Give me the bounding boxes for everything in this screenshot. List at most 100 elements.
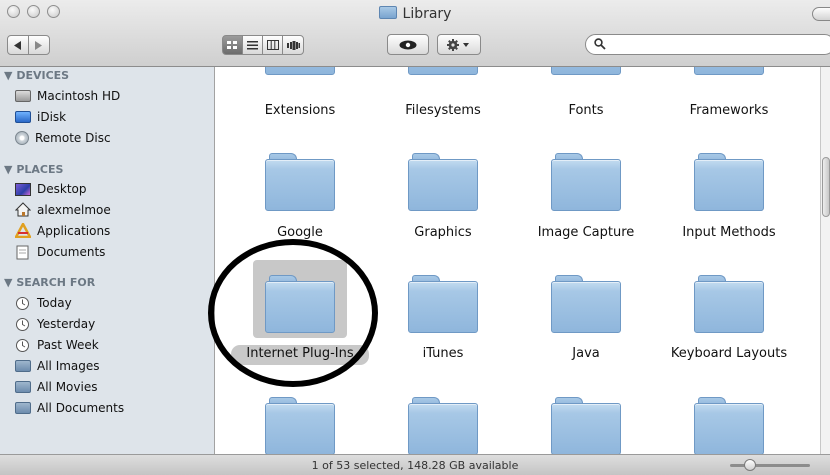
folder-item[interactable] xyxy=(230,397,370,454)
folder-label: Internet Plug-Ins xyxy=(246,346,354,361)
slider-knob[interactable] xyxy=(743,459,756,471)
action-menu-button[interactable] xyxy=(437,34,481,55)
folder-icon xyxy=(408,67,478,75)
icon-view-area: Extensions Filesystems Fonts Frameworks … xyxy=(215,67,820,454)
folder-icon xyxy=(694,275,764,333)
column-view-button[interactable] xyxy=(262,35,283,55)
folder-item[interactable]: Google xyxy=(230,153,370,243)
search-input[interactable] xyxy=(610,37,814,54)
sidebar-section-label: PLACES xyxy=(16,163,64,176)
folder-icon xyxy=(265,397,335,454)
disclosure-triangle-icon[interactable]: ▼ xyxy=(4,163,12,176)
folder-icon xyxy=(408,275,478,333)
sidebar-item-label: All Movies xyxy=(37,380,98,394)
forward-button[interactable] xyxy=(28,35,50,55)
folder-icon xyxy=(551,275,621,333)
folder-item[interactable]: Graphics xyxy=(373,153,513,243)
sidebar-item-label: Macintosh HD xyxy=(37,89,121,103)
sidebar-item-idisk[interactable]: iDisk xyxy=(15,108,66,126)
folder-item[interactable]: iTunes xyxy=(373,263,513,363)
eye-icon xyxy=(399,40,417,49)
sidebar-section-search-for[interactable]: ▼ SEARCH FOR xyxy=(4,276,95,289)
quick-look-button[interactable] xyxy=(387,34,429,55)
sidebar-section-devices[interactable]: ▼ DEVICES xyxy=(4,69,69,82)
folder-label: Graphics xyxy=(414,225,472,240)
back-arrow-icon xyxy=(14,40,21,50)
icon-size-slider[interactable] xyxy=(730,459,810,471)
sidebar-item-home[interactable]: alexmelmoe xyxy=(14,201,111,219)
sidebar-item-today[interactable]: Today xyxy=(15,294,72,312)
folder-label: Extensions xyxy=(264,103,336,118)
folder-icon xyxy=(551,67,621,75)
sidebar-section-label: DEVICES xyxy=(16,69,70,82)
folder-icon xyxy=(265,67,335,75)
clock-icon xyxy=(15,296,31,311)
folder-icon xyxy=(265,275,335,333)
sidebar-item-all-documents[interactable]: All Documents xyxy=(15,399,124,417)
sidebar-item-past-week[interactable]: Past Week xyxy=(15,336,99,354)
toolbar-toggle-button[interactable] xyxy=(812,7,830,21)
folder-label: Frameworks xyxy=(689,103,769,118)
applications-icon xyxy=(13,221,33,239)
vertical-scrollbar[interactable] xyxy=(820,67,830,454)
back-button[interactable] xyxy=(7,35,29,55)
sidebar: ▼ DEVICES Macintosh HD iDisk Remote Disc… xyxy=(0,67,215,454)
list-view-icon xyxy=(247,40,258,49)
column-view-icon xyxy=(266,40,279,50)
clock-icon xyxy=(15,338,31,353)
folder-item-selected[interactable]: Internet Plug-Ins xyxy=(230,260,370,365)
sidebar-item-label: Yesterday xyxy=(37,317,96,331)
sidebar-item-label: alexmelmoe xyxy=(37,203,111,217)
disclosure-triangle-icon[interactable]: ▼ xyxy=(4,276,12,289)
smart-folder-icon xyxy=(15,381,31,393)
sidebar-section-places[interactable]: ▼ PLACES xyxy=(4,163,63,176)
folder-label: Java xyxy=(572,346,600,361)
folder-item[interactable]: Frameworks xyxy=(659,67,799,118)
folder-item[interactable]: Image Capture xyxy=(516,153,656,243)
search-field[interactable] xyxy=(585,34,830,55)
folder-label: iTunes xyxy=(422,346,464,361)
folder-item[interactable] xyxy=(659,397,799,454)
sidebar-item-all-movies[interactable]: All Movies xyxy=(15,378,97,396)
folder-label: Google xyxy=(277,225,323,240)
sidebar-item-all-images[interactable]: All Images xyxy=(15,357,100,375)
disclosure-triangle-icon[interactable]: ▼ xyxy=(4,69,12,82)
scrollbar-thumb[interactable] xyxy=(822,157,830,217)
sidebar-item-label: Remote Disc xyxy=(35,131,111,145)
icon-view-button[interactable] xyxy=(222,35,243,55)
folder-icon xyxy=(408,153,478,211)
folder-item[interactable]: Filesystems xyxy=(373,67,513,118)
sidebar-item-documents[interactable]: Documents xyxy=(15,243,105,261)
window-title: Library xyxy=(402,6,452,22)
folder-icon xyxy=(694,153,764,211)
folder-item[interactable]: Extensions xyxy=(230,67,370,118)
folder-item[interactable]: Input Methods xyxy=(659,153,799,243)
desktop-icon xyxy=(15,182,31,196)
folder-item[interactable] xyxy=(516,397,656,454)
folder-item[interactable]: Fonts xyxy=(516,67,656,118)
window-title-area: Library xyxy=(0,6,830,22)
toolbar: Library xyxy=(0,0,830,67)
folder-item[interactable] xyxy=(373,397,513,454)
folder-item[interactable]: Java xyxy=(516,263,656,363)
coverflow-view-button[interactable] xyxy=(282,35,304,55)
folder-label: Filesystems xyxy=(405,103,481,118)
search-icon xyxy=(594,38,606,50)
status-bar: 1 of 53 selected, 148.28 GB available xyxy=(0,454,830,475)
sidebar-item-yesterday[interactable]: Yesterday xyxy=(15,315,95,333)
forward-arrow-icon xyxy=(35,40,42,50)
sidebar-item-label: Documents xyxy=(37,245,106,259)
sidebar-item-remote-disc[interactable]: Remote Disc xyxy=(15,129,111,147)
sidebar-item-desktop[interactable]: Desktop xyxy=(15,180,87,198)
list-view-button[interactable] xyxy=(242,35,263,55)
sidebar-item-label: Today xyxy=(37,296,72,310)
sidebar-item-label: iDisk xyxy=(37,110,67,124)
chevron-down-icon xyxy=(463,42,469,47)
sidebar-item-macintosh-hd[interactable]: Macintosh HD xyxy=(15,87,120,105)
gear-icon xyxy=(447,38,469,51)
folder-icon xyxy=(551,153,621,211)
sidebar-item-label: Applications xyxy=(37,224,111,238)
smart-folder-icon xyxy=(15,402,31,414)
folder-item[interactable]: Keyboard Layouts xyxy=(659,263,799,363)
sidebar-item-applications[interactable]: Applications xyxy=(13,221,111,240)
